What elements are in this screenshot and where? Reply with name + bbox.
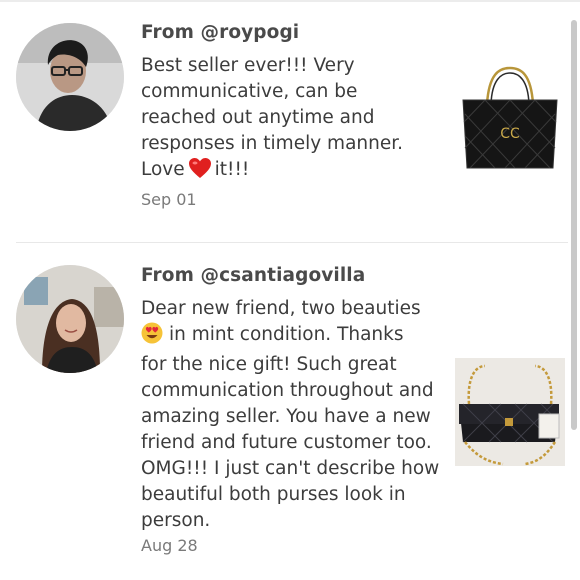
review-line: communicative, can be (141, 81, 358, 102)
review-line: Dear new friend, two beauties (141, 298, 421, 319)
review-line: it!!! (214, 159, 250, 180)
review-line: Love (141, 159, 185, 180)
heart-eyes-emoji-icon (141, 322, 163, 352)
review-date: Sep 01 (141, 190, 197, 209)
review-line: beautiful both purses look in (141, 484, 406, 505)
scrollbar[interactable] (571, 20, 577, 430)
review-line: in mint condition. Thanks (169, 324, 404, 345)
reviewer-username[interactable]: From @csantiagovilla (141, 265, 365, 286)
heart-emoji-icon (188, 157, 212, 187)
review-line: OMG!!! I just can't describe how (141, 458, 440, 479)
review-date: Aug 28 (141, 536, 198, 555)
top-divider (0, 0, 580, 2)
review-line: for the nice gift! Such great (141, 354, 397, 375)
quilted-tote-bag-photo[interactable]: CC (455, 64, 565, 171)
review-line: responses in timely manner. (141, 133, 404, 154)
review-line: reached out anytime and (141, 107, 375, 128)
review-divider (16, 242, 568, 243)
review-line: Best seller ever!!! Very (141, 55, 355, 76)
quilted-flap-bag-photo[interactable] (455, 358, 565, 466)
avatar[interactable] (16, 23, 124, 131)
review-line: friend and future customer too. (141, 432, 432, 453)
reviewer-username[interactable]: From @roypogi (141, 22, 299, 43)
review-line-with-emoji: in mint condition. Thanks (141, 322, 441, 352)
avatar[interactable] (16, 265, 124, 373)
svg-text:CC: CC (500, 126, 520, 142)
review-text: Best seller ever!!! Very communicative, … (141, 53, 441, 187)
review-line: person. (141, 510, 211, 531)
review-line: amazing seller. You have a new (141, 406, 431, 427)
review-line: communication throughout and (141, 380, 434, 401)
review-text: Dear new friend, two beauties in mint co… (141, 296, 441, 534)
review-line-with-emoji: Love it!!! (141, 157, 441, 187)
